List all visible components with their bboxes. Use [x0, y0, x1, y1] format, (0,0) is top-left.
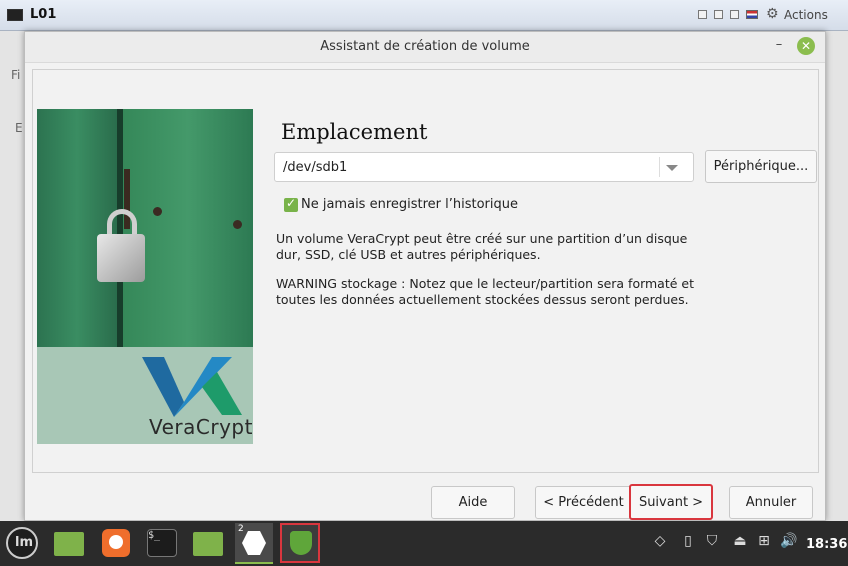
host-window-titlebar: L01 ⚙ Actions	[0, 0, 848, 31]
clock[interactable]: 18:36	[806, 537, 847, 552]
files-folder-icon[interactable]	[54, 532, 84, 556]
host-minimize-icon[interactable]	[698, 10, 707, 19]
shield-tray-icon[interactable]: ⛉	[704, 533, 720, 553]
volume-path-input[interactable]	[275, 153, 655, 181]
warning-text: WARNING stockage : Notez que le lecteur/…	[276, 276, 694, 307]
background-text: E	[15, 121, 23, 135]
page-title: Emplacement	[281, 120, 428, 144]
host-maximize-icon[interactable]	[730, 10, 739, 19]
next-button[interactable]: Suivant >	[629, 484, 713, 520]
padlock-icon	[97, 234, 145, 282]
firefox-globe-icon	[109, 535, 123, 549]
dialog-title: Assistant de création de volume	[320, 39, 530, 54]
host-actions-menu[interactable]: Actions	[784, 8, 828, 22]
veracrypt-logo-icon	[142, 357, 242, 417]
minimize-button[interactable]: –	[771, 38, 787, 54]
network-tray-icon[interactable]: ⊞	[756, 533, 772, 553]
veracrypt-tray-icon[interactable]: ◇	[650, 533, 670, 553]
never-save-history-checkbox[interactable]: ✓	[284, 196, 298, 212]
brand-name: VeraCrypt	[149, 415, 253, 439]
volume-creation-wizard-dialog: Assistant de création de volume – ✕ Vera…	[24, 31, 826, 521]
brand-area: VeraCrypt	[37, 347, 253, 444]
veracrypt-taskbar-button[interactable]: 2	[235, 523, 273, 564]
mint-logo-icon: lm	[15, 535, 34, 550]
vm-window-icon	[7, 9, 23, 21]
mint-menu-button[interactable]: lm	[6, 527, 38, 559]
host-window-title: L01	[30, 7, 57, 22]
previous-button[interactable]: < Précédent	[535, 486, 632, 519]
help-button[interactable]: Aide	[431, 486, 515, 519]
info-text: Un volume VeraCrypt peut être créé sur u…	[276, 231, 688, 262]
host-restore-icon[interactable]	[714, 10, 723, 19]
nail-graphic	[233, 220, 242, 229]
home-folder-icon[interactable]	[193, 532, 223, 556]
security-shield-taskbar-button[interactable]	[280, 523, 320, 563]
eject-tray-icon[interactable]: ⏏	[732, 533, 748, 553]
keyboard-flag-icon[interactable]	[746, 10, 758, 19]
nail-graphic	[153, 207, 162, 216]
cancel-button[interactable]: Annuler	[729, 486, 813, 519]
chevron-down-icon[interactable]	[666, 165, 678, 171]
background-menu-text: Fi	[11, 68, 21, 82]
gear-icon[interactable]: ⚙	[766, 6, 779, 22]
combo-separator	[659, 157, 660, 177]
volume-path-combobox[interactable]	[274, 152, 694, 182]
wizard-padlock-image: VeraCrypt	[37, 109, 253, 444]
close-button[interactable]: ✕	[797, 37, 815, 55]
never-save-history-label[interactable]: Ne jamais enregistrer l’historique	[301, 197, 518, 212]
window-count-badge: 2	[238, 524, 244, 534]
checkmark-icon: ✓	[286, 196, 297, 210]
veracrypt-app-icon	[242, 531, 266, 555]
firefox-icon[interactable]	[102, 529, 130, 557]
select-device-button[interactable]: Périphérique...	[705, 150, 817, 183]
shield-icon	[290, 531, 312, 555]
dialog-titlebar: Assistant de création de volume – ✕	[25, 32, 825, 63]
wizard-content-frame: VeraCrypt Emplacement Périphérique... ✓ …	[32, 69, 819, 473]
clipboard-tray-icon[interactable]: ▯	[680, 533, 696, 553]
taskbar: lm $_ 2 ◇ ▯ ⛉ ⏏ ⊞ 🔊 18:36	[0, 521, 848, 566]
terminal-icon[interactable]: $_	[147, 529, 177, 557]
volume-tray-icon[interactable]: 🔊	[780, 533, 798, 553]
